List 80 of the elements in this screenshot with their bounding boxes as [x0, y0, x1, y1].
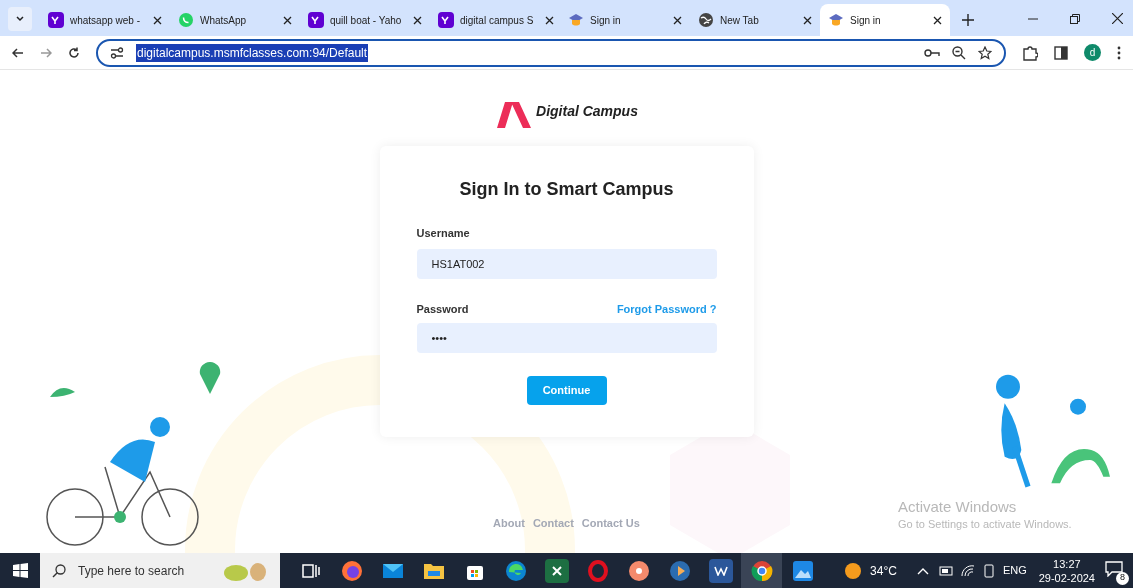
card-heading: Sign In to Smart Campus [458, 178, 675, 201]
sun-icon[interactable] [844, 561, 863, 580]
search-icon [52, 563, 66, 578]
username-field[interactable]: HS1AT002 [416, 248, 717, 279]
star-icon[interactable] [978, 45, 992, 60]
music-disc-icon [627, 559, 650, 582]
clock[interactable]: 13:27 29-02-2024 [1038, 556, 1095, 585]
chrome-icon [750, 559, 773, 582]
spreadsheet-icon [544, 558, 569, 583]
close-window-icon[interactable] [1112, 13, 1123, 24]
folder-icon [422, 561, 445, 580]
weather-text[interactable]: 34°C [870, 561, 897, 580]
yahoo-icon [438, 12, 454, 28]
browser-tab[interactable]: WhatsApp [170, 4, 300, 36]
play-disc-icon [668, 559, 691, 582]
tab-title: digital campus S [460, 13, 534, 28]
reload-icon[interactable] [68, 46, 80, 59]
forward-arrow-icon[interactable] [40, 46, 52, 59]
tab-title: Sign in [850, 13, 881, 28]
chat-bubble-icon [178, 12, 194, 28]
browser-tab[interactable]: quill boat - Yaho [300, 4, 430, 36]
yahoo-icon [48, 12, 64, 28]
wifi-icon[interactable] [960, 564, 975, 577]
key-icon[interactable] [924, 47, 940, 58]
profile-avatar[interactable]: d [1084, 44, 1101, 61]
tab-search-button[interactable] [8, 7, 32, 31]
wave-globe-icon [504, 559, 527, 582]
password-label: Password [416, 301, 469, 317]
browser-tab[interactable]: digital campus S [430, 4, 560, 36]
new-tab-icon[interactable] [962, 14, 974, 26]
clock-time: 13:27 [1053, 556, 1081, 571]
tab-title: New Tab [720, 13, 759, 28]
graduation-cap-icon [828, 12, 844, 28]
yahoo-icon [308, 12, 324, 28]
taskbar-search-field[interactable]: Type here to search [40, 553, 280, 588]
close-icon[interactable] [933, 15, 942, 25]
tab-title: WhatsApp [200, 13, 247, 28]
browser-tab[interactable]: whatsapp web - [40, 4, 170, 36]
close-icon[interactable] [673, 15, 682, 25]
document-icon [708, 558, 733, 583]
chevron-down-icon [15, 14, 25, 24]
activation-text: Go to Settings to activate Windows. [898, 517, 1072, 532]
restore-icon[interactable] [1070, 14, 1080, 24]
photo-icon [791, 559, 814, 582]
brand-name: Digital Campus [536, 101, 638, 121]
language-indicator[interactable]: ENG [1002, 562, 1027, 579]
back-arrow-icon[interactable] [12, 46, 24, 59]
envelope-icon [381, 561, 404, 580]
browser-tab[interactable]: New Tab [690, 4, 820, 36]
tab-title: Sign in [590, 13, 621, 28]
device-icon[interactable] [982, 563, 995, 578]
password-field[interactable]: •••• [416, 323, 717, 353]
graduation-cap-icon [568, 12, 584, 28]
zoom-out-icon[interactable] [952, 45, 966, 60]
battery-icon[interactable] [936, 565, 953, 576]
windows-logo-icon [12, 563, 28, 578]
url-text: digitalcampus.msmfclasses.com:94/Default [136, 43, 369, 62]
puzzle-icon[interactable] [1022, 44, 1038, 61]
close-icon[interactable] [413, 15, 423, 25]
activation-title: Activate Windows [898, 498, 1018, 516]
tab-title: quill boat - Yaho [330, 13, 402, 28]
clock-date: 29-02-2024 [1038, 570, 1095, 585]
close-icon[interactable] [283, 15, 292, 25]
site-settings-icon[interactable] [110, 46, 124, 59]
username-label: Username [416, 226, 471, 241]
close-icon[interactable] [153, 15, 162, 25]
notification-count: 8 [1116, 571, 1129, 585]
side-panel-icon[interactable] [1054, 45, 1068, 60]
close-icon[interactable] [545, 15, 555, 25]
browser-tab[interactable]: Sign in [820, 4, 950, 36]
chevron-up-icon[interactable] [916, 566, 929, 575]
close-icon[interactable] [803, 15, 812, 25]
tab-title: whatsapp web - [70, 13, 141, 28]
ring-icon [586, 559, 609, 582]
address-bar[interactable]: digitalcampus.msmfclasses.com:94/Default [96, 38, 1006, 67]
globe-icon [698, 12, 714, 28]
search-placeholder: Type here to search [78, 562, 186, 580]
browser-tab[interactable]: Sign in [560, 4, 690, 36]
menu-icon[interactable] [1117, 45, 1121, 60]
taskbar-app-button[interactable] [741, 553, 782, 588]
